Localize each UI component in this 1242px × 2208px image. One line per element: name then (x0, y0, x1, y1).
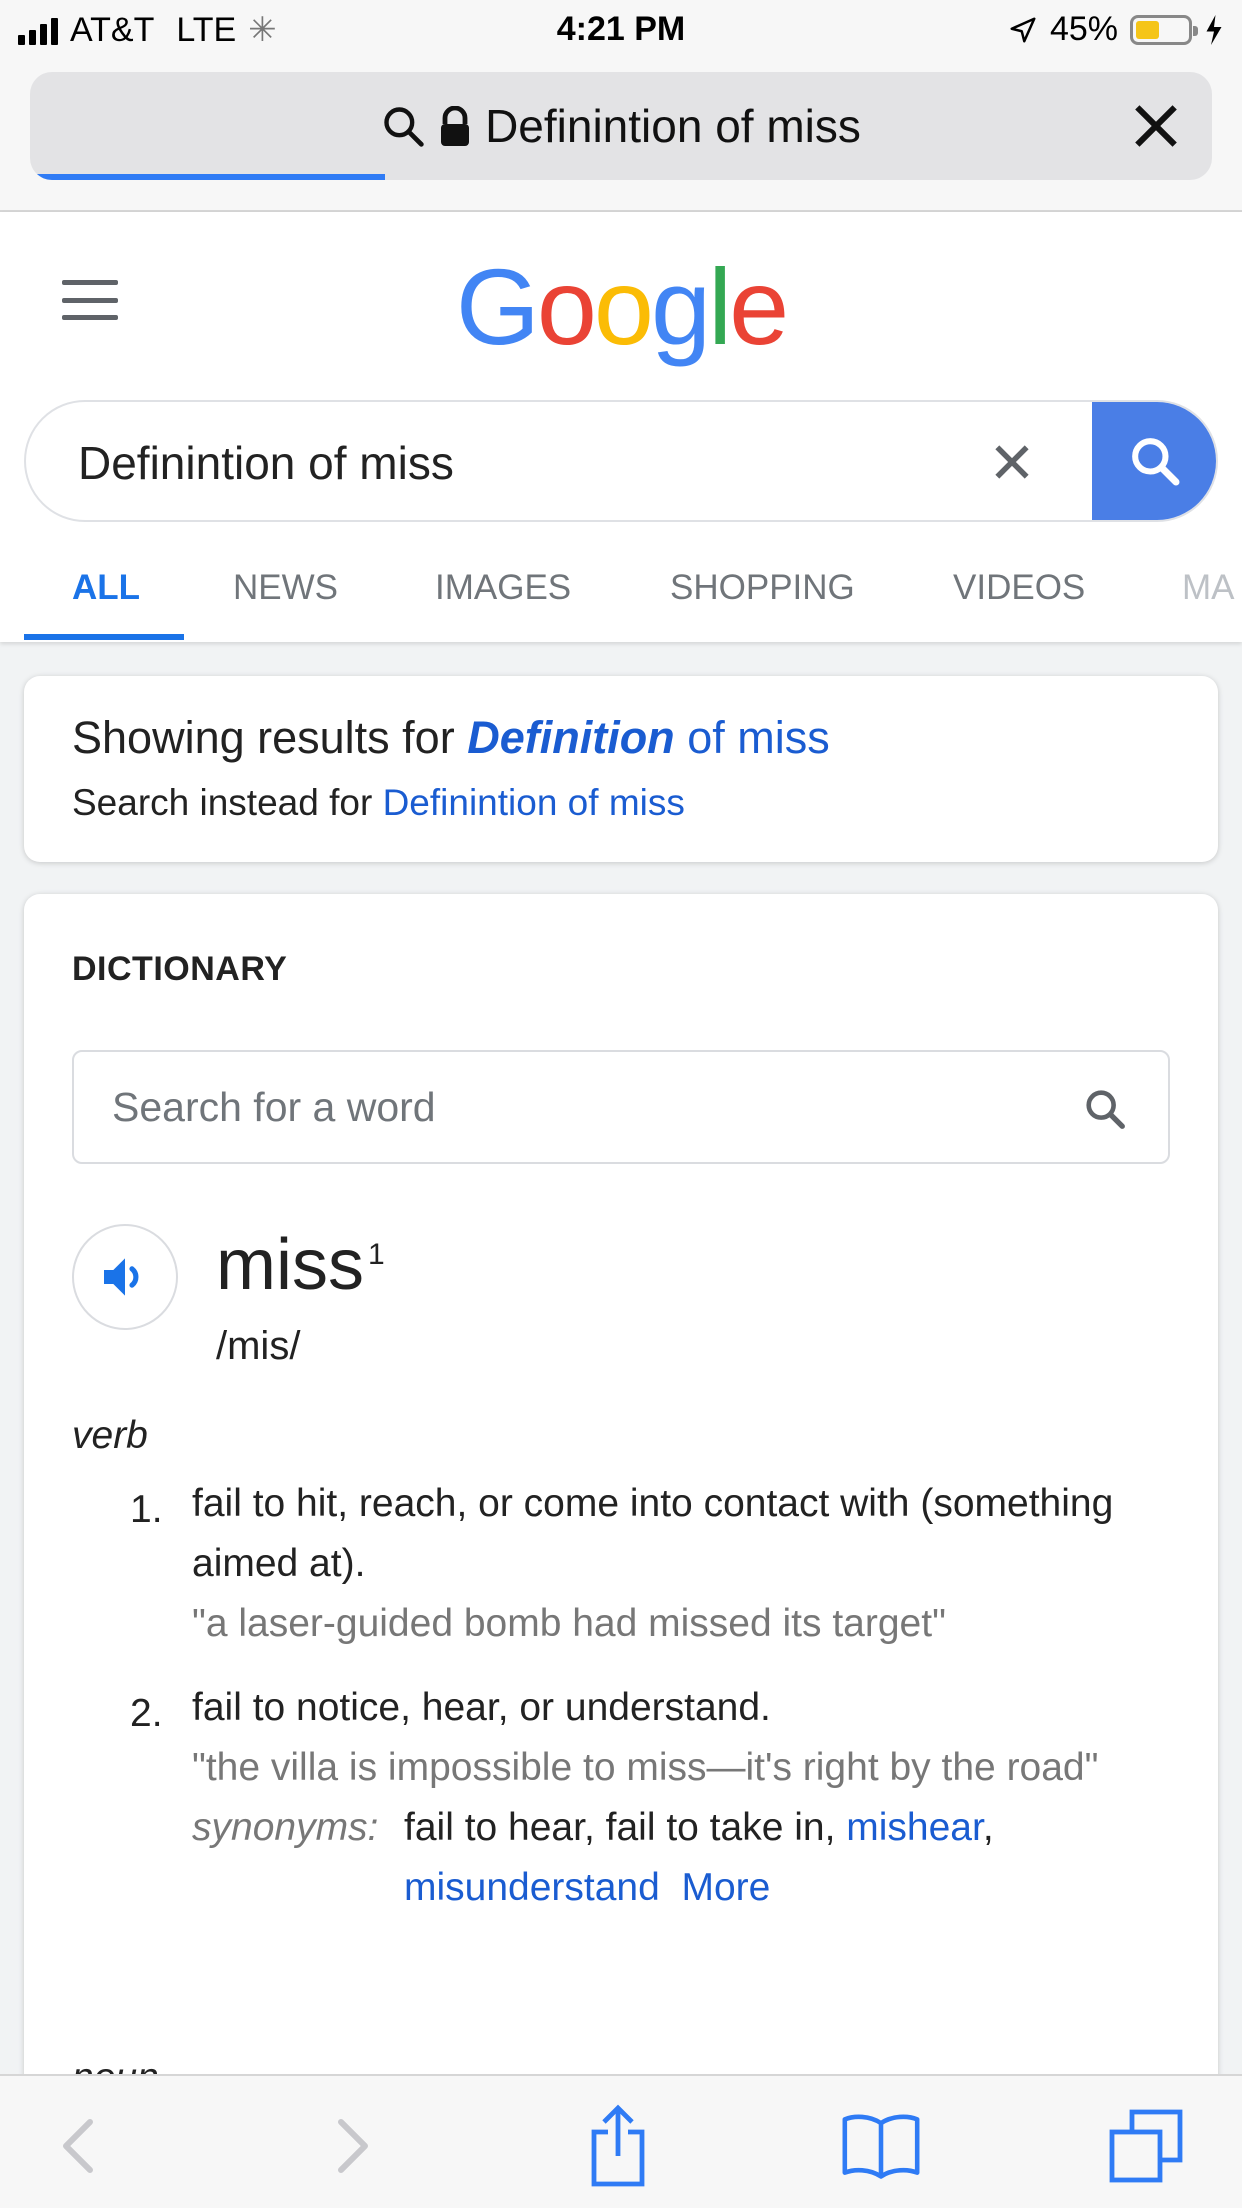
tab-shopping[interactable]: SHOPPING (670, 568, 855, 608)
charging-bolt-icon (1206, 14, 1222, 45)
search-icon (384, 107, 424, 147)
forward-icon[interactable] (313, 2106, 393, 2186)
sense-definition: fail to notice, hear, or understand. (192, 1686, 771, 1729)
search-input[interactable]: Definintion of miss (78, 436, 454, 490)
headword-text: miss (216, 1225, 364, 1305)
page-load-progress (30, 174, 385, 180)
battery-icon (1130, 14, 1198, 45)
speaker-icon (104, 1258, 139, 1296)
logo-letter: e (729, 246, 789, 367)
dictionary-title: DICTIONARY (72, 950, 288, 988)
synonyms-list: fail to hear, fail to take in, mishear, … (404, 1798, 994, 1918)
tab-all[interactable]: ALL (72, 568, 140, 608)
address-text: Definintion of miss (485, 100, 861, 152)
synonyms-plain: fail to hear, fail to take in, (404, 1806, 836, 1849)
logo-letter: G (455, 246, 540, 367)
page: AT&T LTE ✳ 4:21 PM 45% Definintion of mi… (0, 0, 1242, 2208)
showing-results-line: Showing results for Definition of miss (72, 712, 830, 764)
share-icon[interactable] (578, 2104, 658, 2187)
search-icon[interactable] (1082, 1086, 1128, 1132)
back-icon[interactable] (38, 2106, 118, 2186)
dictionary-card: DICTIONARY Search for a word miss 1 /mis/… (24, 894, 1218, 2134)
tabs-icon[interactable] (1106, 2106, 1186, 2186)
browser-toolbar (0, 2074, 1242, 2208)
original-query-link[interactable]: Definintion of miss (383, 782, 685, 823)
search-instead-line: Search instead for Definintion of miss (72, 782, 685, 824)
search-tabs: ALL NEWS IMAGES SHOPPING VIDEOS MA (0, 548, 1242, 642)
synonyms-row: synonyms: fail to hear, fail to take in,… (192, 1798, 1152, 1918)
google-search-box[interactable]: Definintion of miss (24, 400, 1218, 522)
close-icon[interactable] (1128, 98, 1184, 154)
search-button[interactable] (1092, 402, 1216, 520)
sense-1: fail to hit, reach, or come into contact… (192, 1474, 1152, 1654)
search-button-icon (1132, 438, 1180, 486)
logo-letter: o (536, 246, 597, 367)
synonym-comma: , (982, 1806, 994, 1849)
location-arrow-icon (1010, 17, 1036, 42)
sense-number: 2. (130, 1692, 163, 1735)
lock-icon (441, 106, 470, 146)
battery-fill (1136, 20, 1159, 39)
spelling-correction-card: Showing results for Definition of miss S… (24, 676, 1218, 862)
corrected-query-link[interactable]: Definition of miss (467, 712, 830, 763)
status-right: 45% (1008, 10, 1224, 49)
corrected-word: Definition (467, 712, 675, 763)
browser-address-area: Definintion of miss (0, 62, 1242, 212)
pronunciation: /mis/ (216, 1324, 301, 1368)
headword: miss 1 (216, 1224, 385, 1306)
pronunciation-speaker-button[interactable] (72, 1224, 178, 1330)
synonyms-label: synonyms: (192, 1806, 379, 1849)
headword-superscript: 1 (367, 1238, 385, 1271)
logo-letter: l (708, 246, 732, 367)
corrected-rest: of miss (687, 712, 830, 763)
tab-more-truncated[interactable]: MA (1182, 568, 1235, 608)
address-bar[interactable]: Definintion of miss (30, 72, 1212, 180)
synonym-link-mishear[interactable]: mishear (846, 1806, 983, 1849)
sense-example: "the villa is impossible to miss—it's ri… (192, 1746, 1099, 1789)
tab-news[interactable]: NEWS (233, 568, 338, 608)
synonym-link-misunderstand[interactable]: misunderstand (404, 1866, 660, 1909)
tab-images[interactable]: IMAGES (435, 568, 571, 608)
sense-number: 1. (130, 1488, 163, 1531)
tab-videos[interactable]: VIDEOS (953, 568, 1085, 608)
clear-search-icon[interactable] (990, 440, 1034, 484)
status-bar: AT&T LTE ✳ 4:21 PM 45% (0, 0, 1242, 62)
showing-prefix: Showing results for (72, 712, 455, 763)
instead-prefix: Search instead for (72, 782, 373, 823)
word-search-field[interactable]: Search for a word (72, 1050, 1170, 1164)
sense-definition: fail to hit, reach, or come into contact… (192, 1482, 1114, 1585)
sense-example: "a laser-guided bomb had missed its targ… (192, 1602, 946, 1645)
sense-2: fail to notice, hear, or understand. "th… (192, 1678, 1152, 1918)
part-of-speech-verb: verb (72, 1414, 148, 1457)
address-bar-content: Definintion of miss (30, 72, 1212, 180)
word-search-placeholder: Search for a word (112, 1084, 436, 1130)
logo-letter: o (593, 246, 654, 367)
battery-percent: 45% (1049, 10, 1118, 48)
logo-letter: g (651, 246, 711, 367)
more-synonyms-link[interactable]: More (681, 1866, 770, 1909)
active-tab-indicator (24, 634, 184, 640)
google-logo[interactable]: Google (0, 244, 1242, 369)
bookmarks-icon[interactable] (841, 2106, 921, 2186)
